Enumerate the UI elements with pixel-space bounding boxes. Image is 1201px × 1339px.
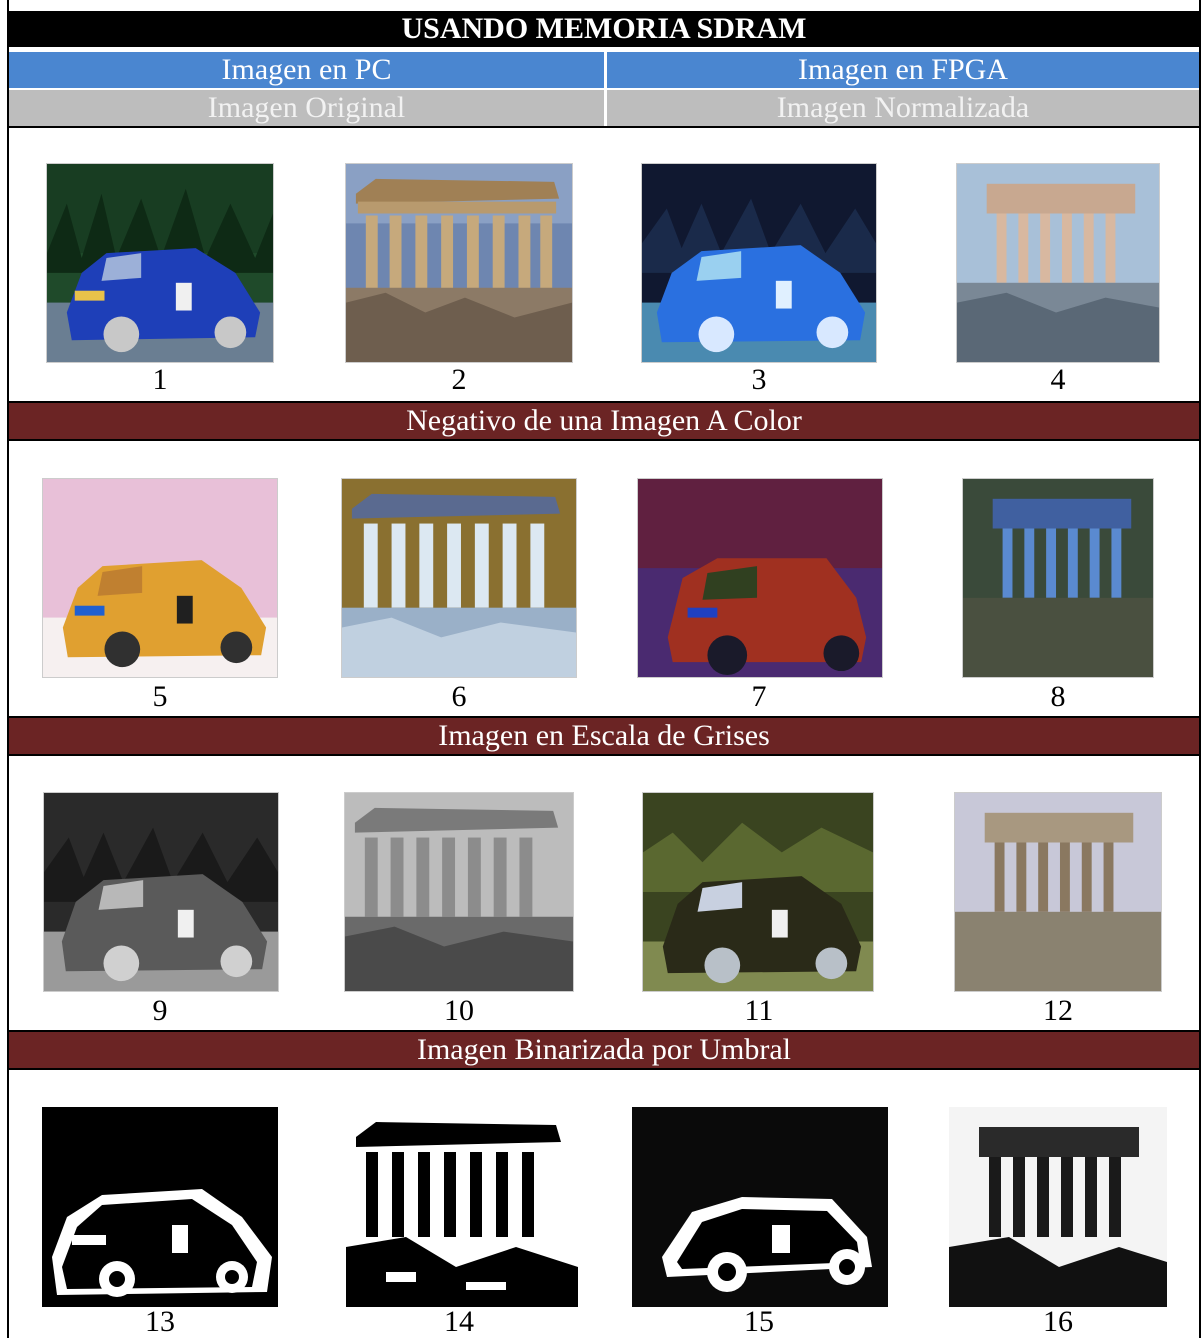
image-car-binary-fpga [632, 1107, 888, 1307]
image-parthenon-original [345, 163, 573, 363]
image-car-fpga [641, 163, 877, 363]
image-number: 1 [152, 363, 168, 396]
header-imagen-en-pc: Imagen en PC [9, 52, 604, 88]
row-divider [9, 1068, 1199, 1070]
image-number: 9 [152, 994, 168, 1027]
header-imagen-normalizada: Imagen Normalizada [607, 90, 1199, 126]
image-number: 13 [145, 1305, 175, 1338]
image-car-grayscale-fpga [642, 792, 874, 992]
table-title: USANDO MEMORIA SDRAM [9, 11, 1199, 47]
image-number: 6 [451, 680, 467, 713]
image-number: 8 [1050, 680, 1066, 713]
image-number: 12 [1043, 994, 1073, 1027]
image-number: 7 [751, 680, 767, 713]
image-parthenon-binary [346, 1107, 578, 1307]
image-number: 14 [444, 1305, 474, 1338]
section-binarizada: Imagen Binarizada por Umbral [9, 1032, 1199, 1068]
header-imagen-original: Imagen Original [9, 90, 604, 126]
image-parthenon-binary-fpga [949, 1107, 1167, 1307]
image-parthenon-fpga [956, 163, 1160, 363]
image-car-binary [42, 1107, 278, 1307]
image-parthenon-grayscale-fpga [954, 792, 1162, 992]
image-parthenon-grayscale [344, 792, 574, 992]
image-parthenon-negative-fpga [962, 478, 1154, 678]
section-escala-grises: Imagen en Escala de Grises [9, 718, 1199, 754]
image-number: 16 [1043, 1305, 1073, 1338]
image-number: 15 [744, 1305, 774, 1338]
image-car-original [46, 163, 274, 363]
image-number: 3 [751, 363, 767, 396]
image-number: 11 [744, 994, 774, 1027]
image-number: 4 [1050, 363, 1066, 396]
row-divider [9, 126, 1199, 128]
image-number: 2 [451, 363, 467, 396]
image-number: 5 [152, 680, 168, 713]
image-car-negative-fpga [637, 478, 883, 678]
image-parthenon-negative [341, 478, 577, 678]
image-car-grayscale [43, 792, 279, 992]
image-number: 10 [444, 994, 474, 1027]
image-car-negative [42, 478, 278, 678]
row-divider [9, 754, 1199, 756]
section-negativo: Negativo de una Imagen A Color [9, 403, 1199, 439]
results-table: USANDO MEMORIA SDRAM Imagen en PC Imagen… [7, 0, 1201, 1338]
row-divider [9, 439, 1199, 441]
header-imagen-en-fpga: Imagen en FPGA [607, 52, 1199, 88]
